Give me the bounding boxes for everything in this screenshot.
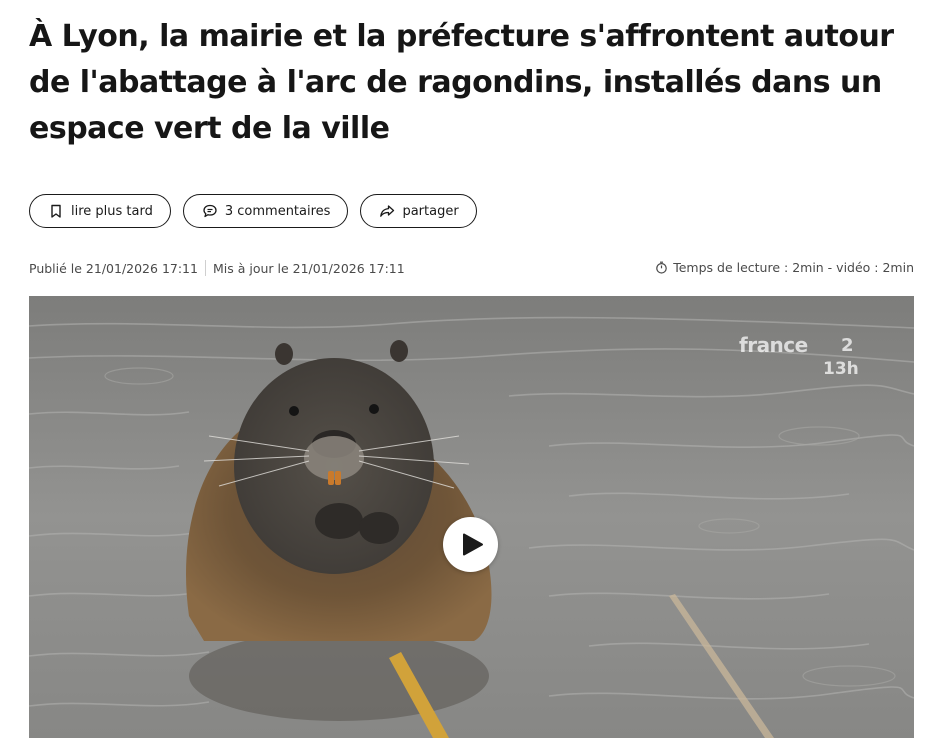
play-icon: [463, 533, 483, 556]
comments-button[interactable]: 3 commentaires: [182, 194, 349, 228]
channel-logo-edition: 13h: [823, 359, 859, 379]
published-date: Publié le 21/01/2026 17:11: [29, 260, 198, 276]
reading-time: Temps de lecture : 2min - vidéo : 2min: [655, 260, 914, 275]
meta-divider: [204, 260, 206, 276]
play-button[interactable]: [443, 517, 498, 572]
read-later-button[interactable]: lire plus tard: [29, 194, 171, 228]
channel-logo-brand: france: [739, 333, 808, 357]
bookmark-icon: [48, 203, 64, 219]
share-arrow-icon: [379, 203, 395, 219]
article-actions: lire plus tard 3 commentaires partager: [29, 194, 477, 228]
updated-date: Mis à jour le 21/01/2026 17:11: [212, 260, 405, 276]
article-title: À Lyon, la mairie et la préfecture s'aff…: [29, 19, 894, 146]
share-button[interactable]: partager: [360, 194, 477, 228]
channel-logo-number: 2: [841, 335, 854, 356]
article-meta: Publié le 21/01/2026 17:11 Mis à jour le…: [29, 260, 914, 278]
article-dates: Publié le 21/01/2026 17:11 Mis à jour le…: [29, 260, 405, 276]
comments-label: 3 commentaires: [224, 203, 331, 219]
video-player[interactable]: france 2 13h: [29, 296, 914, 738]
channel-logo: france 2 13h: [739, 333, 869, 385]
read-later-label: lire plus tard: [71, 203, 153, 219]
stopwatch-icon: [655, 261, 668, 274]
speech-bubble-icon: [202, 203, 218, 219]
reading-time-label: Temps de lecture : 2min - vidéo : 2min: [673, 260, 914, 275]
share-label: partager: [402, 203, 459, 219]
